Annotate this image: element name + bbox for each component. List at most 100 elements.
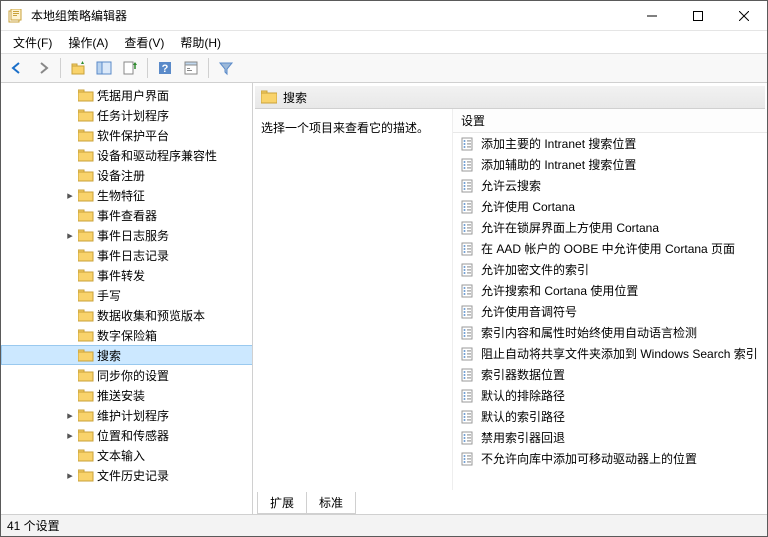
detail-title: 搜索 [283,89,307,106]
tree-item[interactable]: 事件转发 [1,265,252,285]
expand-icon[interactable]: ▸ [63,189,77,202]
maximize-button[interactable] [675,1,721,31]
folder-icon [77,289,95,302]
list-item[interactable]: 添加主要的 Intranet 搜索位置 [453,133,767,154]
tree-item[interactable]: 手写 [1,285,252,305]
tree: 凭据用户界面任务计划程序软件保护平台设备和驱动程序兼容性设备注册 ▸ 生物特征事件查… [1,83,252,487]
back-button[interactable] [5,56,29,80]
settings-header-label: 设置 [461,112,485,129]
expand-icon[interactable]: ▸ [63,429,77,442]
folder-icon [77,189,95,202]
content-area: 凭据用户界面任务计划程序软件保护平台设备和驱动程序兼容性设备注册 ▸ 生物特征事件查… [1,83,767,514]
list-item[interactable]: 允许使用 Cortana [453,196,767,217]
list-item[interactable]: 默认的索引路径 [453,406,767,427]
tree-item[interactable]: 数字保险箱 [1,325,252,345]
tree-item[interactable]: 凭据用户界面 [1,85,252,105]
list-item[interactable]: 添加辅助的 Intranet 搜索位置 [453,154,767,175]
list-item[interactable]: 索引内容和属性时始终使用自动语言检测 [453,322,767,343]
list-item[interactable]: 阻止自动将共享文件夹添加到 Windows Search 索引 [453,343,767,364]
list-item[interactable]: 允许加密文件的索引 [453,259,767,280]
filter-button[interactable] [214,56,238,80]
settings-list[interactable]: 添加主要的 Intranet 搜索位置添加辅助的 Intranet 搜索位置允许… [453,133,767,490]
expand-icon[interactable]: ▸ [63,469,77,482]
tree-item[interactable]: 文本输入 [1,445,252,465]
titlebar: 本地组策略编辑器 [1,1,767,31]
tree-item[interactable]: ▸ 生物特征 [1,185,252,205]
tree-item-label: 数字保险箱 [95,327,157,344]
export-list-button[interactable] [118,56,142,80]
list-item[interactable]: 允许搜索和 Cortana 使用位置 [453,280,767,301]
help-button[interactable]: ? [153,56,177,80]
folder-icon [77,229,95,242]
folder-icon [77,309,95,322]
list-item-label: 在 AAD 帐户的 OOBE 中允许使用 Cortana 页面 [481,240,735,257]
menu-file[interactable]: 文件(F) [5,32,60,53]
statusbar: 41 个设置 [1,514,767,536]
tree-item[interactable]: 设备注册 [1,165,252,185]
list-item-label: 添加主要的 Intranet 搜索位置 [481,135,636,152]
show-hide-tree-button[interactable] [92,56,116,80]
tree-item[interactable]: 搜索 [1,345,252,365]
tree-item[interactable]: ▸事件日志服务 [1,225,252,245]
list-item[interactable]: 允许云搜索 [453,175,767,196]
list-item-label: 索引内容和属性时始终使用自动语言检测 [481,324,697,341]
detail-header: 搜索 [255,85,765,109]
settings-header[interactable]: 设置 [453,109,767,133]
folder-icon [77,329,95,342]
tree-item[interactable]: 同步你的设置 [1,365,252,385]
menu-view[interactable]: 查看(V) [116,32,172,53]
tree-item[interactable]: ▸位置和传感器 [1,425,252,445]
tree-item-label: 生物特征 [95,187,145,204]
tree-scroll[interactable]: 凭据用户界面任务计划程序软件保护平台设备和驱动程序兼容性设备注册 ▸ 生物特征事件查… [1,83,252,514]
list-item-label: 允许云搜索 [481,177,541,194]
expand-icon[interactable]: ▸ [63,409,77,422]
tree-item[interactable]: 任务计划程序 [1,105,252,125]
list-item[interactable]: 允许使用音调符号 [453,301,767,322]
folder-icon [77,449,95,462]
tree-item-label: 推送安装 [95,387,145,404]
tree-pane: 凭据用户界面任务计划程序软件保护平台设备和驱动程序兼容性设备注册 ▸ 生物特征事件查… [1,83,253,514]
folder-icon [77,389,95,402]
folder-icon [77,469,95,482]
list-item-label: 允许在锁屏界面上方使用 Cortana [481,219,659,236]
tree-item-label: 数据收集和预览版本 [95,307,205,324]
tree-item[interactable]: 数据收集和预览版本 [1,305,252,325]
list-item[interactable]: 不允许向库中添加可移动驱动器上的位置 [453,448,767,469]
list-item[interactable]: 在 AAD 帐户的 OOBE 中允许使用 Cortana 页面 [453,238,767,259]
tree-item[interactable]: 推送安装 [1,385,252,405]
policy-icon [459,179,475,193]
folder-icon [77,409,95,422]
properties-button[interactable] [179,56,203,80]
list-item[interactable]: 索引器数据位置 [453,364,767,385]
tree-item[interactable]: 事件日志记录 [1,245,252,265]
tree-item[interactable]: 事件查看器 [1,205,252,225]
menu-action[interactable]: 操作(A) [60,32,116,53]
list-item-label: 索引器数据位置 [481,366,565,383]
list-item[interactable]: 默认的排除路径 [453,385,767,406]
tree-item-label: 任务计划程序 [95,107,169,124]
tree-item-label: 搜索 [95,347,121,364]
forward-button[interactable] [31,56,55,80]
policy-icon [459,200,475,214]
close-button[interactable] [721,1,767,31]
status-text: 41 个设置 [7,517,60,534]
toolbar-separator [208,58,209,78]
tree-item[interactable]: ▸ 文件历史记录 [1,465,252,485]
up-button[interactable] [66,56,90,80]
policy-icon [459,158,475,172]
tree-item-label: 文件历史记录 [95,467,169,484]
tree-item[interactable]: 软件保护平台 [1,125,252,145]
list-item[interactable]: 禁用索引器回退 [453,427,767,448]
tree-item-label: 设备和驱动程序兼容性 [95,147,217,164]
toolbar-separator [147,58,148,78]
minimize-button[interactable] [629,1,675,31]
tree-item[interactable]: ▸维护计划程序 [1,405,252,425]
tree-item[interactable]: 设备和驱动程序兼容性 [1,145,252,165]
description-column: 选择一个项目来查看它的描述。 [253,109,453,490]
menu-help[interactable]: 帮助(H) [172,32,229,53]
tab-standard[interactable]: 标准 [306,492,356,514]
expand-icon[interactable]: ▸ [63,229,77,242]
folder-icon [77,369,95,382]
list-item[interactable]: 允许在锁屏界面上方使用 Cortana [453,217,767,238]
tab-extended[interactable]: 扩展 [257,492,307,514]
